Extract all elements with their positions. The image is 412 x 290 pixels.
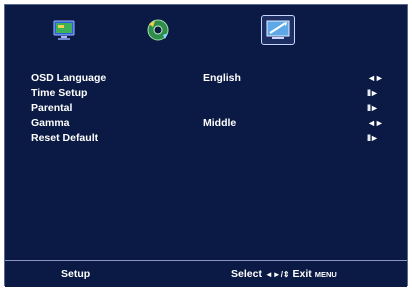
- left-right-arrow-icon: ◄►: [367, 73, 384, 83]
- enter-arrow-icon: II►: [367, 88, 379, 98]
- tab-audio[interactable]: [141, 15, 175, 45]
- tab-picture[interactable]: [47, 15, 81, 45]
- footer-menu-key: MENU: [314, 270, 337, 279]
- menu-item-value: Middle: [203, 117, 237, 129]
- menu-item-osd-language[interactable]: OSD Language English ◄►: [31, 71, 391, 86]
- footer-bar: Setup Select ◄►/⇕ Exit MENU: [5, 261, 407, 287]
- menu-item-label: Parental: [31, 102, 73, 114]
- menu-item-label: Time Setup: [31, 87, 88, 99]
- menu-item-parental[interactable]: Parental II►: [31, 101, 391, 116]
- footer-page-name: Setup: [61, 268, 91, 280]
- setup-menu: OSD Language English ◄► Time Setup II► P…: [31, 71, 391, 146]
- nav-arrows-icon: ◄►/⇕: [264, 270, 290, 279]
- sound-disc-icon: [147, 19, 169, 41]
- menu-item-label: Gamma: [31, 117, 70, 129]
- menu-item-gamma[interactable]: Gamma Middle ◄►: [31, 116, 391, 131]
- footer-select-label: Select: [231, 268, 262, 280]
- footer-exit-label: Exit: [292, 268, 312, 280]
- osd-screen: OSD Language English ◄► Time Setup II► P…: [4, 4, 408, 287]
- enter-arrow-icon: II►: [367, 133, 379, 143]
- tab-bar: [5, 5, 407, 57]
- menu-item-label: OSD Language: [31, 72, 107, 84]
- enter-arrow-icon: II►: [367, 103, 379, 113]
- tv-monitor-icon: [53, 20, 75, 40]
- menu-item-label: Reset Default: [31, 132, 99, 144]
- menu-item-time-setup[interactable]: Time Setup II►: [31, 86, 391, 101]
- footer-help: Select ◄►/⇕ Exit MENU: [231, 267, 337, 282]
- menu-item-reset-default[interactable]: Reset Default II►: [31, 131, 391, 146]
- tab-setup[interactable]: [261, 15, 295, 45]
- menu-item-value: English: [203, 72, 241, 84]
- left-right-arrow-icon: ◄►: [367, 118, 384, 128]
- setup-screen-icon: [266, 20, 290, 39]
